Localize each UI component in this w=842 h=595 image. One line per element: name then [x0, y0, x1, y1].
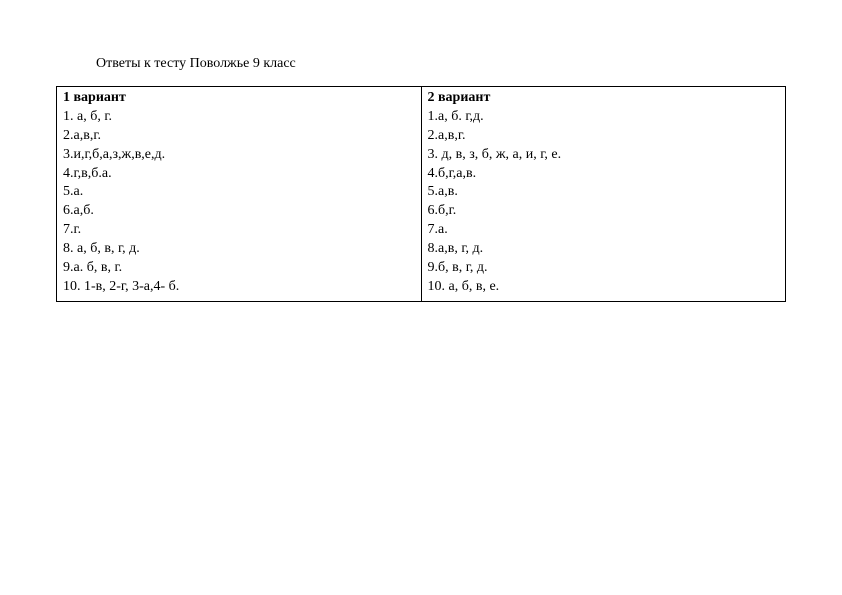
- answer-line: 3. д, в, з, б, ж, а, и, г, е.: [428, 146, 780, 165]
- answer-line: 4.г,в,б.а.: [63, 165, 415, 184]
- answer-line: 5.а,в.: [428, 183, 780, 202]
- answer-line: 4.б,г,а,в.: [428, 165, 780, 184]
- variant-header: 2 вариант: [428, 89, 780, 108]
- answer-line: 6.а,б.: [63, 202, 415, 221]
- answer-line: 1. а, б, г.: [63, 108, 415, 127]
- answer-line: 3.и,г,б,а,з,ж,в,е,д.: [63, 146, 415, 165]
- answer-line: 9.б, в, г, д.: [428, 259, 780, 278]
- answer-line: 8. а, б, в, г, д.: [63, 240, 415, 259]
- answer-line: 8.а,в, г, д.: [428, 240, 780, 259]
- answers-table: 1 вариант 1. а, б, г. 2.а,в,г. 3.и,г,б,а…: [56, 86, 786, 302]
- table-cell-col1: 1 вариант 1. а, б, г. 2.а,в,г. 3.и,г,б,а…: [57, 87, 422, 302]
- answer-line: 7.г.: [63, 221, 415, 240]
- answer-line: 7.а.: [428, 221, 780, 240]
- answer-line: 2.а,в,г.: [428, 127, 780, 146]
- table-cell-col2: 2 вариант 1.а, б. г,д. 2.а,в,г. 3. д, в,…: [421, 87, 786, 302]
- answer-line: 10. 1-в, 2-г, 3-а,4- б.: [63, 278, 415, 297]
- answer-line: 1.а, б. г,д.: [428, 108, 780, 127]
- variant-header: 1 вариант: [63, 89, 415, 108]
- answer-line: 9.а. б, в, г.: [63, 259, 415, 278]
- answer-line: 10. а, б, в, е.: [428, 278, 780, 297]
- page-title: Ответы к тесту Поволжье 9 класс: [96, 56, 786, 72]
- answer-line: 2.а,в,г.: [63, 127, 415, 146]
- answer-line: 6.б,г.: [428, 202, 780, 221]
- answer-line: 5.а.: [63, 183, 415, 202]
